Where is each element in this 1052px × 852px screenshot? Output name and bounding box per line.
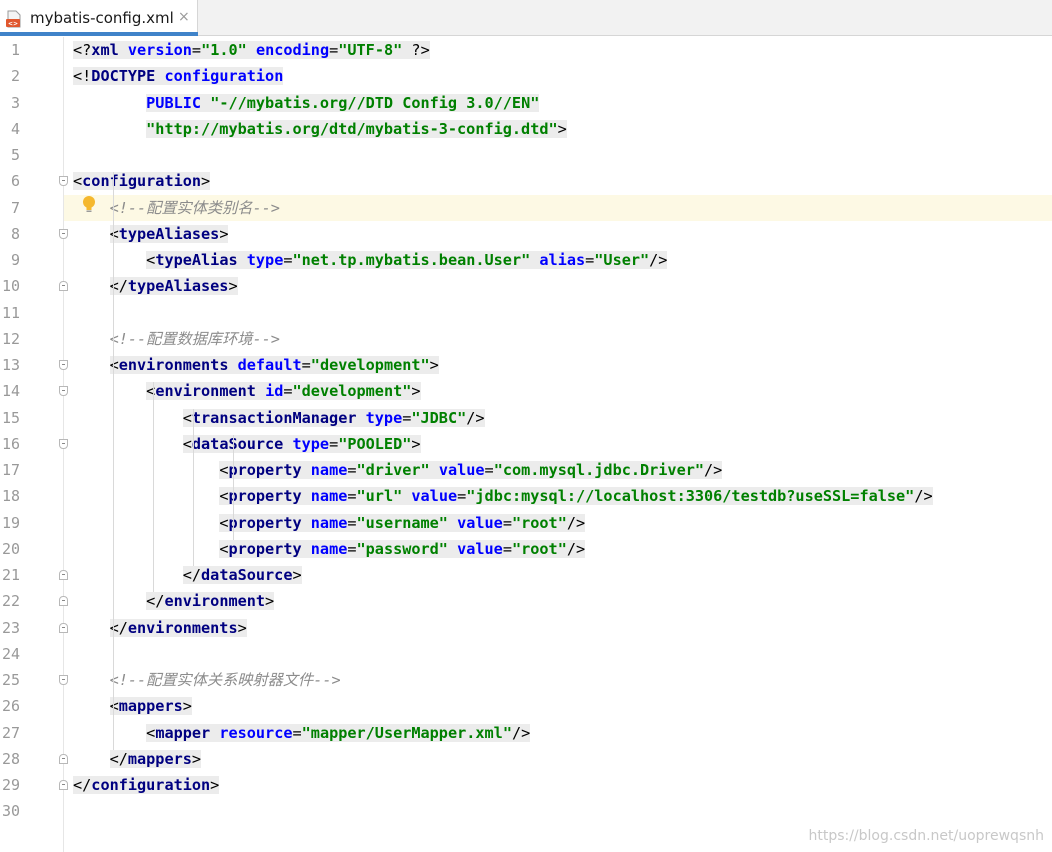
line-number: 8: [10, 224, 20, 243]
line-number: 7: [10, 198, 20, 217]
line-number: 28: [1, 749, 20, 768]
code-line[interactable]: <property name="url" value="jdbc:mysql:/…: [73, 483, 933, 509]
line-number: 24: [1, 644, 20, 663]
code-line[interactable]: <property name="username" value="root"/>: [73, 510, 586, 536]
code-line[interactable]: <typeAlias type="net.tp.mybatis.bean.Use…: [73, 247, 668, 273]
watermark: https://blog.csdn.net/uoprewqsnh: [808, 828, 1044, 844]
line-number: 1: [10, 41, 20, 59]
tab-mybatis-config[interactable]: <> mybatis-config.xml ×: [0, 0, 198, 36]
line-number: 25: [1, 671, 20, 689]
fold-icon[interactable]: [59, 675, 68, 685]
code-line[interactable]: <!DOCTYPE configuration: [73, 63, 284, 89]
line-number: 11: [1, 303, 20, 322]
code-line[interactable]: <mapper resource="mapper/UserMapper.xml"…: [73, 720, 531, 746]
line-number: 30: [1, 802, 20, 821]
line-number: 14: [1, 382, 20, 401]
tab-title: mybatis-config.xml: [30, 9, 174, 27]
line-number-gutter: 1 2 3 4 5 6 7 8 9 10 11 12 13 14 15 16 17 18 19 20 21 22 23 24 2…: [0, 37, 64, 852]
close-icon[interactable]: ×: [178, 9, 190, 25]
code-line[interactable]: </environments>: [73, 615, 247, 641]
code-line[interactable]: <!--配置数据库环境-->: [73, 326, 280, 352]
editor-tab-bar: <> mybatis-config.xml ×: [0, 0, 1052, 36]
indent-guide: [193, 408, 194, 566]
line-number: 27: [1, 723, 20, 742]
code-line[interactable]: <?xml version="1.0" encoding="UTF-8" ?>: [73, 37, 430, 63]
line-number: 9: [10, 251, 20, 269]
line-number: 15: [1, 408, 20, 427]
code-line[interactable]: <configuration>: [73, 168, 211, 194]
line-number: 3: [10, 93, 20, 112]
code-line[interactable]: </dataSource>: [73, 562, 302, 588]
code-line[interactable]: PUBLIC "-//mybatis.org//DTD Config 3.0//…: [73, 90, 540, 116]
line-number: 12: [1, 329, 20, 348]
indent-guide: [113, 697, 114, 750]
line-number: 6: [10, 172, 20, 191]
line-number: 26: [1, 697, 20, 716]
code-line[interactable]: </mappers>: [73, 746, 202, 772]
line-number: 10: [1, 277, 20, 296]
indent-guide: [153, 382, 154, 593]
fold-icon[interactable]: [59, 622, 68, 633]
fold-icon[interactable]: [59, 281, 68, 292]
code-line[interactable]: <dataSource type="POOLED">: [73, 431, 421, 457]
fold-icon[interactable]: [59, 438, 68, 449]
code-line[interactable]: </typeAliases>: [73, 273, 238, 299]
code-line[interactable]: <environment id="development">: [73, 378, 421, 404]
line-number: 4: [10, 119, 20, 138]
line-number: 22: [1, 592, 20, 611]
fold-icon[interactable]: [59, 360, 68, 370]
line-number: 16: [1, 434, 20, 453]
line-number: 17: [1, 461, 20, 479]
code-line[interactable]: "http://mybatis.org/dtd/mybatis-3-config…: [73, 116, 567, 142]
line-number: 5: [10, 146, 20, 164]
code-line[interactable]: <transactionManager type="JDBC"/>: [73, 405, 485, 431]
code-line[interactable]: <property name="password" value="root"/>: [73, 536, 586, 562]
fold-icon[interactable]: [59, 176, 68, 187]
active-tab-indicator: [0, 32, 198, 36]
line-number: 2: [10, 67, 20, 86]
line-number: 19: [1, 513, 20, 532]
code-line[interactable]: <typeAliases>: [73, 221, 229, 247]
code-line[interactable]: <mappers>: [73, 693, 192, 719]
fold-icon[interactable]: [59, 753, 68, 764]
fold-icon[interactable]: [59, 570, 68, 580]
fold-icon[interactable]: [59, 780, 68, 790]
code-line[interactable]: <!--配置实体类别名-->: [73, 195, 280, 221]
fold-icon[interactable]: [59, 386, 68, 397]
code-line[interactable]: <property name="driver" value="com.mysql…: [73, 457, 723, 483]
code-line[interactable]: <environments default="development">: [73, 352, 439, 378]
line-number: 13: [1, 356, 20, 374]
svg-text:<>: <>: [8, 21, 18, 28]
code-line[interactable]: </configuration>: [73, 772, 220, 798]
xml-file-icon: <>: [6, 10, 21, 28]
line-number: 23: [1, 618, 20, 637]
fold-icon[interactable]: [59, 596, 68, 607]
indent-guide: [233, 434, 234, 540]
line-number: 18: [1, 487, 20, 506]
line-number: 21: [1, 566, 20, 584]
line-number: 20: [1, 539, 20, 558]
indent-guide: [113, 251, 114, 278]
line-number: 29: [1, 776, 20, 794]
fold-icon[interactable]: [59, 228, 68, 239]
code-line[interactable]: </environment>: [73, 588, 275, 614]
